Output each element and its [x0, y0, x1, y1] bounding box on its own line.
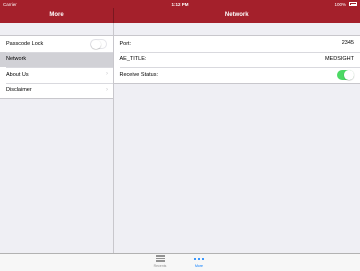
toggle-knob	[91, 40, 101, 50]
status-time: 1:12 PM	[0, 2, 360, 7]
battery-percentage: 100%	[334, 2, 346, 7]
menu-item-passcode-lock[interactable]: Passcode Lock	[0, 36, 113, 52]
tab-more[interactable]: More	[184, 255, 214, 268]
status-bar: Carrier 1:12 PM 100%	[0, 0, 360, 8]
passcode-lock-toggle[interactable]	[90, 39, 107, 50]
ae-title-label: AE_TITLE:	[120, 56, 147, 62]
master-navbar: More	[0, 8, 114, 23]
menu-item-disclaimer[interactable]: Disclaimer ›	[0, 83, 113, 99]
tab-label: Recents	[145, 264, 175, 268]
toggle-knob	[344, 70, 354, 80]
detail-navbar: Network	[114, 8, 360, 23]
receive-status-row: Receive Status:	[114, 67, 360, 83]
port-label: Port:	[120, 41, 132, 47]
detail-panel: Port: 2345 AE_TITLE: MEDSIGHT Receive St…	[114, 23, 360, 253]
tab-bar: Recents More	[0, 253, 360, 271]
menu-item-label: About Us	[6, 72, 29, 78]
menu-item-network[interactable]: Network	[0, 52, 113, 68]
ae-title-row[interactable]: AE_TITLE: MEDSIGHT	[114, 52, 360, 68]
master-title: More	[49, 12, 63, 18]
settings-menu: Passcode Lock Network About Us › Disclai…	[0, 35, 113, 99]
port-row[interactable]: Port: 2345	[114, 36, 360, 52]
menu-item-label: Disclaimer	[6, 87, 32, 93]
master-panel: Passcode Lock Network About Us › Disclai…	[0, 23, 114, 253]
chevron-right-icon: ›	[106, 71, 108, 77]
receive-status-label: Receive Status:	[120, 72, 159, 78]
menu-item-label: Passcode Lock	[6, 41, 43, 47]
tab-label: More	[184, 264, 214, 268]
list-icon	[156, 255, 165, 263]
receive-status-toggle[interactable]	[337, 70, 354, 81]
menu-item-label: Network	[6, 56, 26, 62]
tab-recents[interactable]: Recents	[145, 255, 175, 268]
battery-icon	[349, 2, 357, 6]
ae-title-value[interactable]: MEDSIGHT	[325, 52, 354, 68]
menu-item-about-us[interactable]: About Us ›	[0, 67, 113, 83]
chevron-right-icon: ›	[106, 87, 108, 93]
network-settings-group: Port: 2345 AE_TITLE: MEDSIGHT Receive St…	[114, 35, 360, 84]
detail-title: Network	[225, 12, 249, 18]
port-value[interactable]: 2345	[342, 36, 354, 52]
more-dots-icon	[194, 255, 204, 263]
